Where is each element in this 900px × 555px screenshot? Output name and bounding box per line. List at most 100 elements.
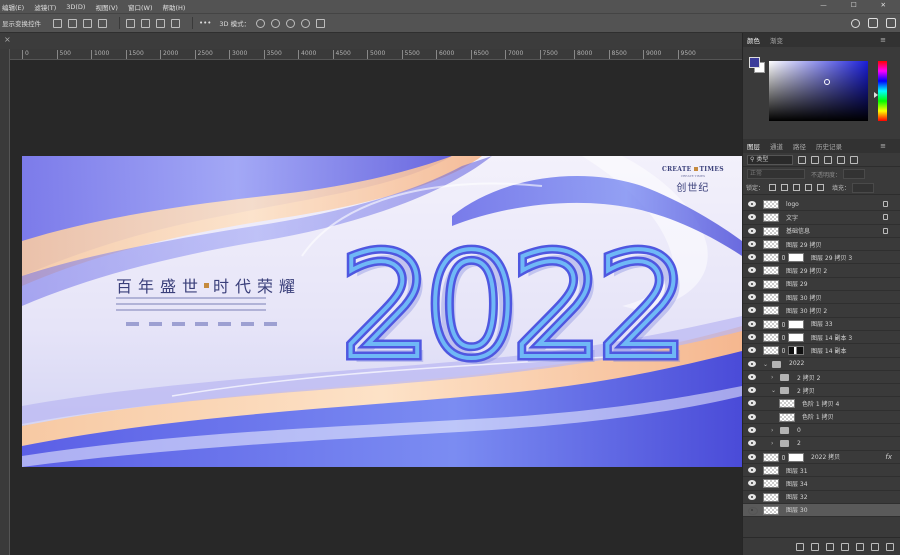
3d-roll-icon[interactable]: [271, 18, 281, 28]
expand-caret-icon[interactable]: ›: [771, 427, 773, 434]
visibility-eye-icon[interactable]: [748, 307, 756, 314]
layer-row[interactable]: 图层 30 拷贝: [743, 291, 900, 305]
filter-type-icon[interactable]: [824, 155, 832, 164]
artwork-canvas[interactable]: CREATE TIMES CREATE TIMES 创世纪 百年盛世 时代荣耀 2…: [22, 156, 742, 467]
fx-icon[interactable]: [811, 542, 819, 551]
workspace-icon[interactable]: [868, 18, 878, 28]
tab-color[interactable]: 颜色: [747, 35, 760, 45]
visibility-eye-icon[interactable]: [748, 280, 756, 287]
layer-row[interactable]: 图层 29 拷贝 2: [743, 264, 900, 278]
visibility-eye-icon[interactable]: [748, 320, 756, 327]
fx-badge[interactable]: fx: [885, 453, 892, 461]
color-picker-field[interactable]: [769, 61, 868, 121]
layer-row[interactable]: 图层 29 拷贝: [743, 238, 900, 252]
filter-pixel-icon[interactable]: [798, 155, 806, 164]
layer-row[interactable]: 图层 34: [743, 477, 900, 491]
layer-row[interactable]: 图层 14 副本 3: [743, 331, 900, 345]
layer-row[interactable]: › 2: [743, 437, 900, 451]
layer-row[interactable]: 基础信息: [743, 225, 900, 238]
expand-caret-icon[interactable]: ›: [771, 374, 773, 381]
mask-icon[interactable]: [826, 542, 834, 551]
fill-input[interactable]: [852, 182, 875, 193]
align-left-icon[interactable]: [53, 18, 62, 28]
expand-caret-icon[interactable]: ⌄: [763, 361, 768, 368]
menu-3d[interactable]: 3D(D): [66, 3, 85, 11]
3d-slide-icon[interactable]: [301, 18, 311, 28]
menu-view[interactable]: 视图(V): [95, 2, 118, 12]
link-icon[interactable]: [796, 542, 804, 551]
panel-menu-icon[interactable]: ≡: [880, 142, 886, 150]
hue-slider[interactable]: [878, 61, 887, 121]
close-button[interactable]: ✕: [881, 1, 886, 9]
filter-adjustment-icon[interactable]: [811, 155, 819, 164]
layer-row[interactable]: ⌄ 2022: [743, 358, 900, 371]
menu-window[interactable]: 窗口(W): [128, 2, 153, 12]
layer-mask-thumbnail[interactable]: [788, 332, 804, 342]
layer-row[interactable]: › 2 拷贝 2: [743, 371, 900, 385]
visibility-eye-icon[interactable]: [748, 201, 756, 207]
lock-artboard-icon[interactable]: [805, 184, 813, 191]
tab-history[interactable]: 历史记录: [816, 141, 842, 151]
opacity-input[interactable]: [843, 169, 866, 179]
layer-row[interactable]: 2022 拷贝 fx: [743, 451, 900, 464]
layer-filter-select[interactable]: ⚲ 类型: [747, 154, 793, 165]
new-layer-icon[interactable]: [871, 542, 879, 551]
layer-row[interactable]: 图层 30 拷贝 2: [743, 304, 900, 318]
tab-layers[interactable]: 图层: [747, 141, 760, 151]
3d-rotate-icon[interactable]: [256, 18, 266, 28]
visibility-eye-icon[interactable]: [748, 440, 756, 447]
layer-row[interactable]: › 0: [743, 424, 900, 438]
mask-link-icon[interactable]: [782, 255, 785, 261]
foreground-color-swatch[interactable]: [749, 57, 760, 68]
visibility-eye-icon[interactable]: [748, 214, 756, 221]
visibility-eye-icon[interactable]: [748, 413, 756, 420]
maximize-button[interactable]: ☐: [851, 1, 857, 9]
show-transform-controls[interactable]: 显示变换控件: [2, 18, 41, 28]
visibility-eye-icon[interactable]: [748, 360, 756, 367]
lock-all-icon[interactable]: [817, 184, 825, 191]
visibility-eye-icon[interactable]: [748, 493, 756, 500]
layer-mask-thumbnail[interactable]: [788, 319, 804, 329]
visibility-eye-icon[interactable]: [748, 267, 756, 274]
tab-gradient[interactable]: 渐变: [770, 35, 783, 45]
layer-row[interactable]: logo: [743, 198, 900, 212]
layer-row[interactable]: 图层 29 拷贝 3: [743, 251, 900, 265]
expand-caret-icon[interactable]: ⌄: [771, 387, 776, 394]
3d-drag-icon[interactable]: [286, 18, 296, 28]
mask-link-icon[interactable]: [782, 454, 785, 460]
lock-move-icon[interactable]: [793, 184, 801, 191]
distribute-icon[interactable]: [156, 18, 165, 28]
menu-filter[interactable]: 滤镜(T): [34, 2, 56, 12]
filter-smart-icon[interactable]: [850, 155, 858, 164]
visibility-eye-icon[interactable]: [748, 294, 756, 301]
visibility-eye-icon[interactable]: [748, 240, 756, 247]
visibility-eye-icon[interactable]: [748, 400, 756, 407]
align-top-icon[interactable]: [98, 18, 107, 28]
visibility-eye-icon[interactable]: [748, 373, 756, 380]
more-options-icon[interactable]: •••: [199, 19, 211, 27]
align-center-icon[interactable]: [68, 18, 77, 28]
align-bottom-icon[interactable]: [141, 18, 150, 28]
layer-row[interactable]: 图层 31: [743, 464, 900, 478]
distribute-vertical-icon[interactable]: [171, 18, 180, 28]
menu-help[interactable]: 帮助(H): [162, 2, 185, 12]
minimize-button[interactable]: —: [820, 1, 827, 9]
lock-paint-icon[interactable]: [781, 184, 789, 191]
layer-row[interactable]: 图层 33: [743, 318, 900, 331]
layer-row[interactable]: ⌄ 2 拷贝: [743, 384, 900, 398]
align-right-icon[interactable]: [83, 18, 92, 28]
visibility-eye-icon[interactable]: [748, 427, 756, 434]
menu-edit[interactable]: 编辑(E): [2, 2, 24, 12]
close-document-icon[interactable]: ×: [4, 35, 11, 44]
layer-row[interactable]: 图层 32: [743, 491, 900, 504]
layer-row[interactable]: 图层 14 副本: [743, 344, 900, 358]
visibility-eye-icon[interactable]: [748, 466, 756, 473]
layer-mask-thumbnail[interactable]: [788, 253, 804, 263]
visibility-eye-icon[interactable]: [748, 254, 756, 261]
visibility-eye-icon[interactable]: [748, 387, 756, 394]
layer-row[interactable]: 色阶 1 拷贝: [743, 411, 900, 425]
mask-link-icon[interactable]: [782, 334, 785, 340]
picker-cursor[interactable]: [824, 79, 830, 85]
visibility-eye-icon[interactable]: [748, 480, 756, 487]
layer-row[interactable]: 色阶 1 拷贝 4: [743, 397, 900, 411]
